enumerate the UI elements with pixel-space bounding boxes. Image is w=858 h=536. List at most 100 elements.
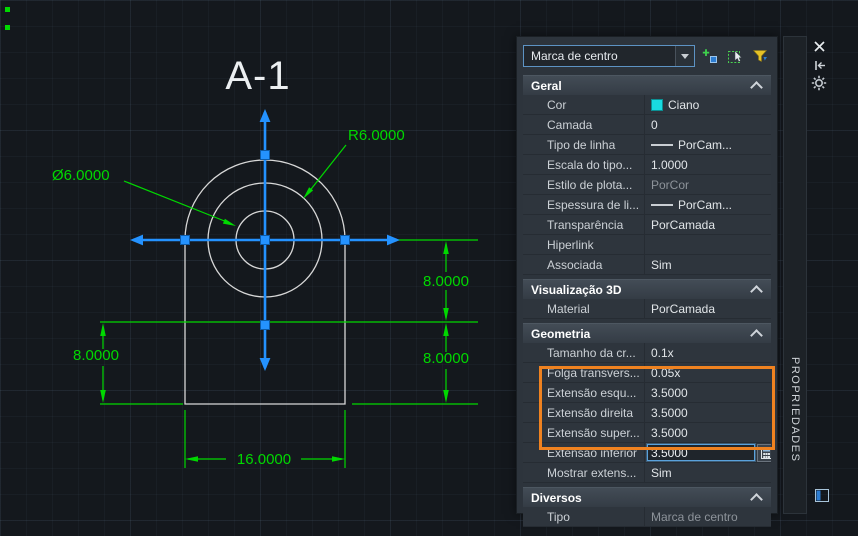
arrow-grip-left[interactable] [130, 234, 143, 246]
property-row-tamanho-cruz[interactable]: Tamanho da cr... 0.1x [523, 343, 771, 363]
property-value[interactable]: Sim [645, 255, 771, 274]
square-grip[interactable] [260, 320, 270, 330]
view-title-label: A-1 [225, 54, 290, 98]
property-label: Extensão direita [523, 403, 645, 422]
property-value[interactable]: PorCam... [645, 195, 771, 214]
property-value-text: PorCam... [678, 197, 733, 212]
dimension-arrowhead [443, 241, 449, 254]
arrow-grip-top[interactable] [259, 109, 271, 122]
object-type-dropdown[interactable]: Marca de centro [523, 45, 695, 67]
chevron-up-icon [750, 81, 763, 94]
property-row-extensao-inferior[interactable]: Extensão inferior [523, 443, 771, 463]
section-header-geometria[interactable]: Geometria [523, 323, 771, 343]
property-value[interactable]: 0 [645, 115, 771, 134]
property-row-tipo[interactable]: Tipo Marca de centro [523, 507, 771, 527]
property-label: Extensão inferior [523, 443, 645, 462]
property-value-text: 0.05x [651, 365, 681, 380]
property-row-tipo-de-linha[interactable]: Tipo de linha PorCam... [523, 135, 771, 155]
property-value[interactable]: PorCam... [645, 135, 771, 154]
section-header-visualizacao-3d[interactable]: Visualização 3D [523, 279, 771, 299]
property-value[interactable]: 3.5000 [645, 403, 771, 422]
section-label: Geral [531, 78, 562, 93]
dimension-arrowhead [443, 308, 449, 321]
arrow-grip-bottom[interactable] [259, 358, 271, 371]
property-row-transparencia[interactable]: Transparência PorCamada [523, 215, 771, 235]
property-value[interactable]: 1.0000 [645, 155, 771, 174]
drawing-canvas[interactable]: A-1 R6.0000 Ø6.0000 8.0000 8.0000 8.0000… [0, 0, 516, 536]
dimension-text-bottom[interactable]: 16.0000 [237, 451, 291, 468]
property-row-escala-tipo-linha[interactable]: Escala do tipo... 1.0000 [523, 155, 771, 175]
property-value[interactable]: 0.1x [645, 343, 771, 362]
property-row-hiperlink[interactable]: Hiperlink [523, 235, 771, 255]
quickcalc-button[interactable] [757, 443, 771, 462]
square-grip[interactable] [260, 150, 270, 160]
property-row-material[interactable]: Material PorCamada [523, 299, 771, 319]
dimension-arrowhead [185, 456, 198, 462]
property-label: Camada [523, 115, 645, 134]
quick-select-button[interactable] [750, 46, 770, 66]
square-grip-center[interactable] [260, 235, 270, 245]
property-label: Tipo de linha [523, 135, 645, 154]
dimension-text-right-lower[interactable]: 8.0000 [423, 350, 469, 367]
property-value[interactable]: PorCamada [645, 215, 771, 234]
property-label: Tipo [523, 507, 645, 526]
property-value-text: 1.0000 [651, 157, 688, 172]
chevron-down-icon [681, 53, 689, 59]
properties-panel: Marca de centro Geral Cor Ciano Camada 0… [516, 36, 778, 527]
property-value[interactable]: 0.05x [645, 363, 771, 382]
section-header-diversos[interactable]: Diversos [523, 487, 771, 507]
property-value[interactable]: Sim [645, 463, 771, 482]
close-button[interactable] [810, 37, 828, 55]
property-row-mostrar-extensao[interactable]: Mostrar extens... Sim [523, 463, 771, 483]
property-row-camada[interactable]: Camada 0 [523, 115, 771, 135]
palette-title-bar[interactable]: PROPRIEDADES [783, 36, 807, 514]
property-value[interactable]: PorCamada [645, 299, 771, 318]
property-value: PorCor [645, 175, 771, 194]
quick-select-icon [752, 50, 768, 62]
canvas-marker [5, 25, 10, 30]
canvas-marker [5, 7, 10, 12]
property-list: Geral Cor Ciano Camada 0 Tipo de linha P… [523, 75, 771, 527]
pickadd-toggle-button[interactable] [700, 46, 720, 66]
property-row-folga-transversal[interactable]: Folga transvers... 0.05x [523, 363, 771, 383]
property-value[interactable]: 3.5000 [645, 383, 771, 402]
dimension-text-right-upper[interactable]: 8.0000 [423, 273, 469, 290]
section-header-geral[interactable]: Geral [523, 75, 771, 95]
square-grip[interactable] [180, 235, 190, 245]
property-row-cor[interactable]: Cor Ciano [523, 95, 771, 115]
property-value[interactable]: Ciano [645, 95, 771, 114]
palette-anchor-button[interactable] [813, 486, 831, 504]
dimension-arrowhead [100, 390, 106, 403]
property-label: Mostrar extens... [523, 463, 645, 482]
property-row-extensao-superior[interactable]: Extensão super... 3.5000 [523, 423, 771, 443]
arrow-grip-right[interactable] [387, 234, 400, 246]
leader-arrowhead [222, 218, 236, 226]
property-row-extensao-direita[interactable]: Extensão direita 3.5000 [523, 403, 771, 423]
section-label: Visualização 3D [531, 282, 622, 297]
palette-toolbar: Marca de centro [517, 37, 777, 71]
dimension-text-left[interactable]: 8.0000 [73, 347, 119, 364]
property-value[interactable]: 3.5000 [645, 423, 771, 442]
extensao-inferior-input[interactable] [647, 444, 755, 461]
property-row-espessura-linha[interactable]: Espessura de li... PorCam... [523, 195, 771, 215]
settings-button[interactable] [810, 74, 828, 92]
property-value[interactable] [645, 235, 771, 254]
radius-dimension-text[interactable]: R6.0000 [348, 127, 405, 144]
property-row-estilo-plotagem[interactable]: Estilo de plota... PorCor [523, 175, 771, 195]
diameter-dimension-text[interactable]: Ø6.0000 [52, 167, 110, 184]
property-row-extensao-esquerda[interactable]: Extensão esqu... 3.5000 [523, 383, 771, 403]
dimension-arrowhead [443, 323, 449, 336]
diameter-leader-line[interactable] [123, 180, 228, 223]
radius-leader-line[interactable] [307, 144, 347, 194]
auto-hide-button[interactable] [810, 56, 828, 74]
section-label: Diversos [531, 490, 582, 505]
property-value-text: Marca de centro [651, 509, 738, 524]
select-objects-button[interactable] [725, 46, 745, 66]
property-value-editing[interactable] [645, 443, 771, 462]
property-row-associada[interactable]: Associada Sim [523, 255, 771, 275]
chevron-up-icon [750, 493, 763, 506]
property-label: Espessura de li... [523, 195, 645, 214]
property-value-text: 0 [651, 117, 658, 132]
dropdown-button[interactable] [675, 46, 694, 66]
square-grip[interactable] [340, 235, 350, 245]
